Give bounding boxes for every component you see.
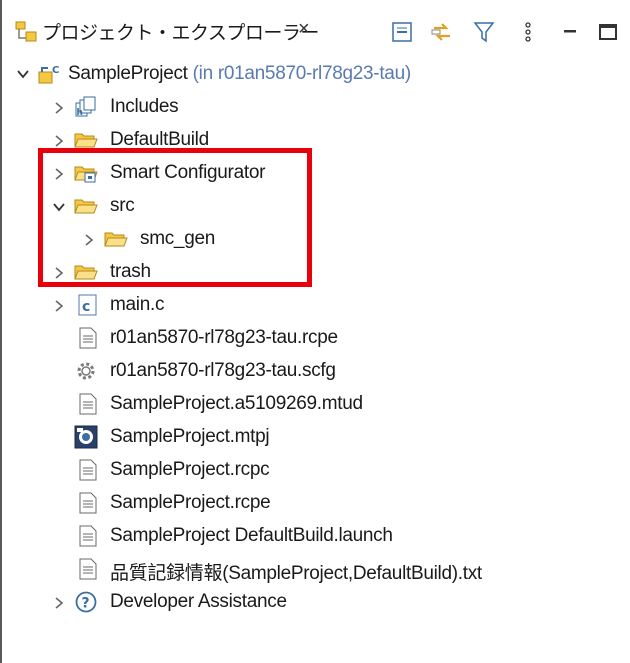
help-icon: ? (74, 590, 98, 614)
tree-item-label: Includes (110, 96, 179, 117)
gear-icon (74, 359, 98, 383)
tree-item-label: r01an5870-rl78g23-tau.scfg (110, 360, 336, 381)
tree-item-label: Developer Assistance (110, 591, 287, 612)
chevron-right-icon[interactable] (52, 299, 66, 313)
tree-item-mtpj-file[interactable]: SampleProject.mtpj (2, 421, 602, 454)
tree-item-rcpc-file[interactable]: SampleProject.rcpc (2, 454, 602, 487)
text-file-icon (76, 491, 100, 515)
view-title-bar: プロジェクト・エクスプローラー × (2, 0, 630, 62)
tree-item-label: 品質記録情報(SampleProject,DefaultBuild).txt (110, 563, 482, 584)
tree-item-launch-file[interactable]: SampleProject DefaultBuild.launch (2, 520, 602, 553)
tree-item-main-c[interactable]: c main.c (2, 289, 602, 322)
svg-text:?: ? (82, 596, 90, 612)
project-name: SampleProject (68, 63, 188, 84)
project-explorer-icon (14, 19, 38, 43)
tree-item-label: SampleProject.mtpj (110, 426, 270, 447)
close-icon[interactable]: × (298, 18, 310, 41)
text-file-icon (76, 458, 100, 482)
tree-item-label: SampleProject.rcpe (110, 492, 271, 513)
filter-icon[interactable] (472, 20, 496, 44)
tree-item-scfg-file[interactable]: r01an5870-rl78g23-tau.scfg (2, 355, 602, 388)
includes-icon: h (74, 95, 98, 119)
tree-item-label: main.c (110, 294, 165, 315)
text-file-icon (76, 557, 100, 581)
collapse-all-icon[interactable] (390, 20, 414, 44)
c-project-icon: C (38, 62, 62, 86)
svg-text:c: c (82, 299, 90, 315)
tree-item-developer-assistance[interactable]: ? Developer Assistance (2, 586, 602, 619)
view-menu-icon[interactable] (516, 20, 540, 44)
chevron-down-icon[interactable] (16, 67, 30, 81)
tree-item-label: SampleProject DefaultBuild.launch (110, 525, 393, 546)
tree-item-label: SampleProject.a5109269.mtud (110, 393, 363, 414)
chevron-right-icon[interactable] (52, 101, 66, 115)
text-file-icon (76, 326, 100, 350)
highlight-box (38, 148, 312, 287)
c-source-file-icon: c (76, 293, 100, 317)
tree-item-label: r01an5870-rl78g23-tau.rcpe (110, 327, 338, 348)
text-file-icon (76, 524, 100, 548)
project-suffix: (in r01an5870-rl78g23-tau) (187, 63, 412, 84)
svg-text:h: h (77, 108, 83, 118)
tree-item-mtud-file[interactable]: SampleProject.a5109269.mtud (2, 388, 602, 421)
tree-item-project-rcpe-file[interactable]: SampleProject.rcpe (2, 487, 602, 520)
view-tab-title[interactable]: プロジェクト・エクスプローラー (42, 18, 319, 45)
tree-item-project[interactable]: C SampleProject (in r01an5870-rl78g23-ta… (2, 58, 602, 91)
minimize-icon[interactable] (558, 20, 582, 44)
svg-text:C: C (52, 65, 59, 76)
link-editor-icon[interactable] (430, 20, 454, 44)
chevron-right-icon[interactable] (52, 134, 66, 148)
cs-plus-project-icon (74, 425, 98, 449)
tree-item-includes[interactable]: h Includes (2, 91, 602, 124)
tree-item-label: SampleProject.rcpc (110, 459, 270, 480)
maximize-icon[interactable] (596, 20, 620, 44)
tree-item-quality-record-file[interactable]: 品質記録情報(SampleProject,DefaultBuild).txt (2, 553, 602, 586)
text-file-icon (76, 392, 100, 416)
tree-item-rcpe-file[interactable]: r01an5870-rl78g23-tau.rcpe (2, 322, 602, 355)
chevron-right-icon[interactable] (52, 596, 66, 610)
